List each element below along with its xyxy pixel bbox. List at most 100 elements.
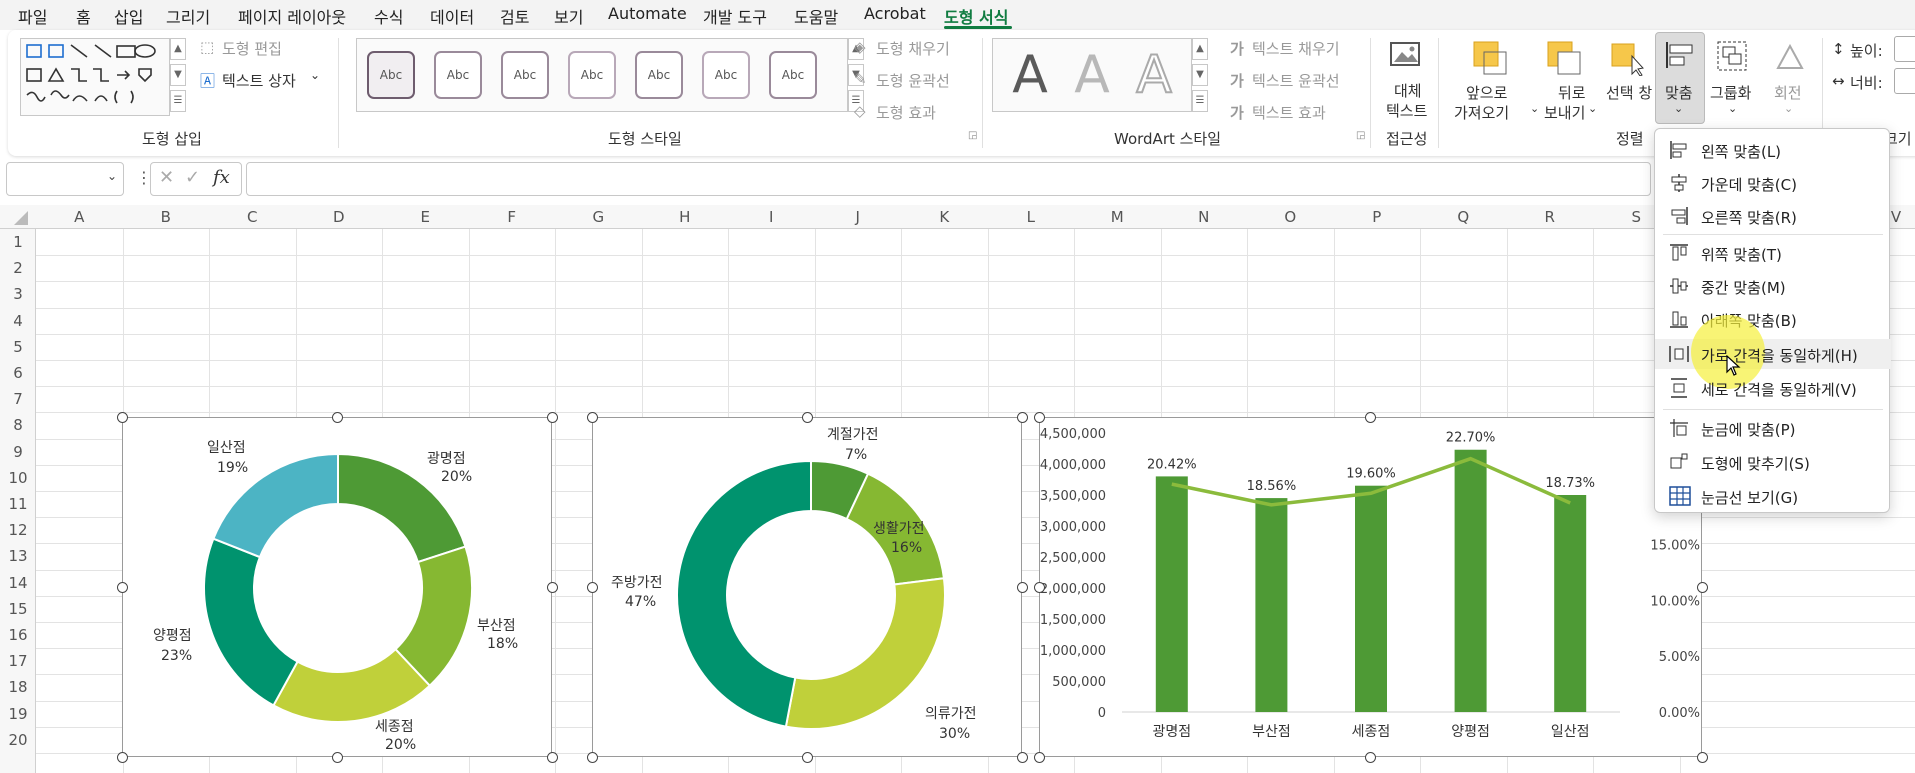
resize-handle[interactable] xyxy=(331,751,343,763)
alt-text-button[interactable]: 대체 xyxy=(1394,80,1422,101)
wordart-scroll-up[interactable]: ▲ xyxy=(1192,38,1208,60)
shape-style-7[interactable]: Abc xyxy=(769,51,817,99)
bar[interactable] xyxy=(1155,476,1188,712)
text-outline-button[interactable]: 텍스트 윤곽선 xyxy=(1252,70,1340,91)
edit-shape-button[interactable]: 도형 편집 xyxy=(222,38,282,59)
tab-acrobat[interactable]: Acrobat xyxy=(864,4,926,23)
resize-handle[interactable] xyxy=(1365,411,1376,423)
shape-style-3[interactable]: Abc xyxy=(501,51,549,99)
tab-insert[interactable]: 삽입 xyxy=(114,4,143,28)
send-backward-button[interactable]: 뒤로 xyxy=(1558,82,1586,103)
dialog-launcher-icon[interactable]: ◲ xyxy=(968,130,977,141)
row-header[interactable]: 2 xyxy=(0,259,36,277)
column-header[interactable]: C xyxy=(232,205,272,229)
tab-view[interactable]: 보기 xyxy=(554,4,583,28)
column-header[interactable]: M xyxy=(1097,205,1137,229)
row-header[interactable]: 18 xyxy=(0,678,36,696)
column-header[interactable]: O xyxy=(1270,205,1310,229)
width-input[interactable] xyxy=(1894,68,1915,94)
column-header[interactable]: G xyxy=(578,205,618,229)
resize-handle[interactable] xyxy=(801,411,813,423)
wordart-style-1[interactable]: A xyxy=(1001,45,1059,105)
shape-outline-button[interactable]: 도형 윤곽선 xyxy=(876,70,950,91)
cancel-icon[interactable]: ✕ xyxy=(159,167,174,188)
tab-page-layout[interactable]: 페이지 레이아웃 xyxy=(238,4,346,28)
column-header[interactable]: Q xyxy=(1443,205,1483,229)
tab-file[interactable]: 파일 xyxy=(18,4,47,28)
menu-item-distribute-horizontal[interactable]: 가로 간격을 동일하게(H) xyxy=(1655,315,1891,389)
resize-handle[interactable] xyxy=(1016,751,1028,763)
shape-style-1[interactable]: Abc xyxy=(367,51,415,99)
resize-handle[interactable] xyxy=(546,411,558,423)
send-backward-button-line2[interactable]: 보내기 xyxy=(1544,102,1585,123)
menu-item-snap-to-shape[interactable]: 도형에 맞추기(S) xyxy=(1655,447,1891,477)
name-box[interactable]: ⌄ xyxy=(6,162,124,196)
tab-formulas[interactable]: 수식 xyxy=(374,4,403,28)
wordart-style-3[interactable]: A xyxy=(1125,44,1183,106)
resize-handle[interactable] xyxy=(116,411,128,423)
menu-item-align-bottom[interactable]: 아래쪽 맞춤(B) xyxy=(1655,304,1891,334)
row-header[interactable]: 9 xyxy=(0,443,36,461)
resize-handle[interactable] xyxy=(116,581,128,593)
resize-handle[interactable] xyxy=(1033,751,1045,763)
shape-style-2[interactable]: Abc xyxy=(434,51,482,99)
row-header[interactable]: 17 xyxy=(0,652,36,670)
column-header[interactable]: I xyxy=(751,205,791,229)
formula-input[interactable] xyxy=(246,162,1651,196)
column-header[interactable]: B xyxy=(146,205,186,229)
bar[interactable] xyxy=(1554,495,1587,712)
shape-style-5[interactable]: Abc xyxy=(635,51,683,99)
shape-style-4[interactable]: Abc xyxy=(568,51,616,99)
resize-handle[interactable] xyxy=(586,581,598,593)
tab-shape-format[interactable]: 도형 서식 xyxy=(944,4,1008,28)
row-header[interactable]: 19 xyxy=(0,705,36,723)
resize-handle[interactable] xyxy=(801,751,813,763)
menu-item-distribute-vertical[interactable]: 세로 간격을 동일하게(V) xyxy=(1655,373,1891,403)
row-header[interactable]: 12 xyxy=(0,521,36,539)
row-header[interactable]: 13 xyxy=(0,547,36,565)
wordart-scroll-down[interactable]: ▼ xyxy=(1192,64,1208,86)
bar[interactable] xyxy=(1454,449,1487,712)
row-header[interactable]: 1 xyxy=(0,233,36,251)
donut-slice[interactable] xyxy=(203,537,299,707)
row-header[interactable]: 14 xyxy=(0,574,36,592)
shape-effect-button[interactable]: 도형 효과 xyxy=(876,102,936,123)
row-header[interactable]: 16 xyxy=(0,626,36,644)
bring-forward-button-line2[interactable]: 가져오기 xyxy=(1454,102,1509,123)
alt-text-button-line2[interactable]: 텍스트 xyxy=(1386,100,1427,121)
dialog-launcher-icon[interactable]: ◲ xyxy=(1356,130,1365,141)
tab-developer[interactable]: 개발 도구 xyxy=(703,4,767,28)
row-header[interactable]: 4 xyxy=(0,312,36,330)
row-header[interactable]: 20 xyxy=(0,731,36,749)
row-header[interactable]: 6 xyxy=(0,364,36,382)
resize-handle[interactable] xyxy=(586,411,598,423)
group-button[interactable]: 그룹화 xyxy=(1710,82,1751,103)
column-header[interactable]: J xyxy=(838,205,878,229)
column-header[interactable]: E xyxy=(405,205,445,229)
donut-chart-stores[interactable]: 광명점 20% 부산점 18% 세종점 20% 양평점 23% 일산점 19% xyxy=(122,417,552,757)
row-header[interactable]: 15 xyxy=(0,600,36,618)
resize-handle[interactable] xyxy=(1696,751,1708,763)
donut-chart-appliances[interactable]: 계절가전 7% 생활가전 16% 의류가전 30% 주방가전 47% xyxy=(592,417,1022,757)
resize-handle[interactable] xyxy=(116,751,128,763)
column-header[interactable]: N xyxy=(1184,205,1224,229)
column-header[interactable]: P xyxy=(1357,205,1397,229)
menu-item-snap-to-grid[interactable]: 눈금에 맞춤(P) xyxy=(1655,413,1891,443)
resize-handle[interactable] xyxy=(1016,411,1028,423)
column-header[interactable]: F xyxy=(492,205,532,229)
wordart-more[interactable]: ☰ xyxy=(1192,90,1208,112)
wordart-gallery[interactable]: A A A xyxy=(992,38,1192,112)
menu-item-align-right[interactable]: 오른쪽 맞춤(R) xyxy=(1655,201,1891,231)
donut-slice[interactable] xyxy=(676,459,812,728)
column-header[interactable]: H xyxy=(665,205,705,229)
row-header[interactable]: 3 xyxy=(0,285,36,303)
row-header[interactable]: 7 xyxy=(0,390,36,408)
column-header[interactable]: A xyxy=(59,205,99,229)
column-header[interactable]: R xyxy=(1530,205,1570,229)
row-header[interactable]: 11 xyxy=(0,495,36,513)
menu-item-align-center[interactable]: 가운데 맞춤(C) xyxy=(1655,168,1891,198)
tab-help[interactable]: 도움말 xyxy=(794,4,838,28)
column-header[interactable]: K xyxy=(924,205,964,229)
menu-item-align-middle[interactable]: 중간 맞춤(M) xyxy=(1655,271,1891,301)
bar[interactable] xyxy=(1355,485,1387,712)
